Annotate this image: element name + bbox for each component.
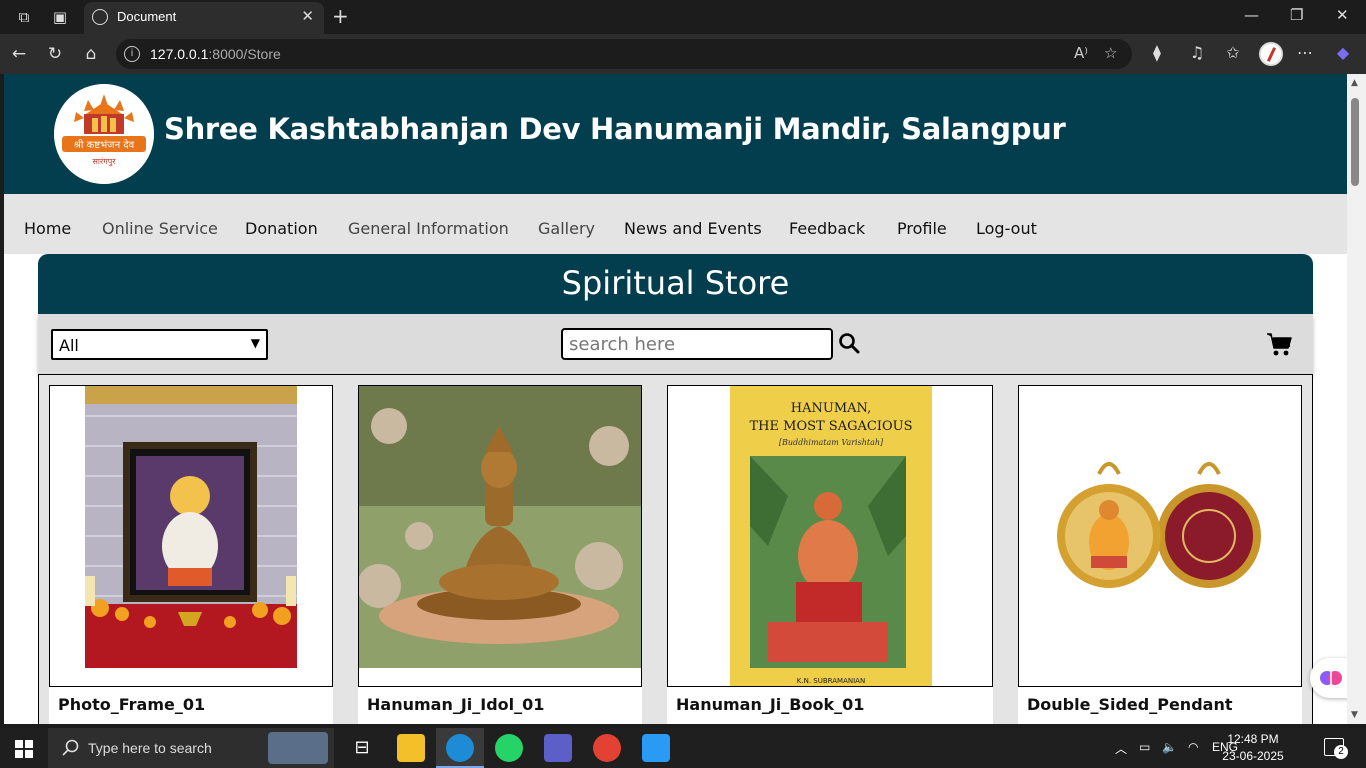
favorite-star-icon[interactable]: ☆: [1104, 44, 1117, 62]
cart-icon[interactable]: [1266, 331, 1292, 357]
vscode-icon[interactable]: [642, 734, 670, 762]
search-icon[interactable]: [838, 332, 860, 354]
scrollbar-thumb[interactable]: [1351, 98, 1359, 186]
teams-icon[interactable]: [544, 734, 572, 762]
close-tab-icon[interactable]: ✕: [301, 7, 314, 25]
clock-date: 23-06-2025: [1222, 749, 1284, 763]
product-name[interactable]: Double_Sided_Pendant: [1027, 695, 1232, 714]
chrome-icon[interactable]: [593, 734, 621, 762]
edge-icon[interactable]: [446, 734, 474, 762]
product-name[interactable]: Hanuman_Ji_Book_01: [676, 695, 864, 714]
product-image-photo-frame[interactable]: [49, 385, 333, 687]
product-card[interactable]: Photo_Frame_01: [49, 385, 333, 724]
search-highlight-image: [268, 732, 328, 764]
nav-profile[interactable]: Profile: [897, 219, 947, 238]
nav-general-information[interactable]: General Information: [348, 219, 509, 238]
close-window-icon[interactable]: ✕: [1336, 6, 1349, 24]
volume-icon[interactable]: 🔈: [1162, 740, 1177, 754]
site-info-icon[interactable]: i: [124, 46, 140, 62]
nav-donation[interactable]: Donation: [245, 219, 318, 238]
windows-taskbar: Type here to search ⊟ ︿ ▭ 🔈 ◠ ENG 12:48 …: [0, 728, 1366, 768]
back-icon[interactable]: ←: [8, 43, 30, 65]
battery-icon[interactable]: ▭: [1139, 740, 1150, 754]
workspaces-icon[interactable]: ⧉: [14, 7, 34, 27]
scroll-down-icon[interactable]: ▼: [1351, 710, 1358, 720]
home-icon[interactable]: ⌂: [80, 43, 102, 65]
url-field[interactable]: i 127.0.0.1:8000/Store A⁾ ☆: [116, 39, 1132, 69]
book-cover-title-line1: HANUMAN,: [791, 401, 871, 416]
category-select[interactable]: All ▼: [51, 329, 268, 360]
tray-expand-icon[interactable]: ︿: [1115, 740, 1127, 757]
search-icon: [62, 739, 79, 756]
product-image-pendant[interactable]: [1018, 385, 1302, 687]
profile-avatar[interactable]: [1259, 42, 1283, 66]
read-aloud-icon[interactable]: A⁾: [1074, 44, 1088, 62]
product-image-book[interactable]: HANUMAN, THE MOST SAGACIOUS [Buddhimatam…: [667, 385, 993, 687]
product-grid: Photo_Frame_01 Hanuman_Ji_Idol_01 HANUMA…: [38, 374, 1313, 724]
whatsapp-icon[interactable]: [495, 734, 523, 762]
browser-tab[interactable]: Document ✕: [84, 2, 324, 34]
extensions-icon[interactable]: ⧫: [1146, 43, 1168, 62]
nav-logout[interactable]: Log-out: [976, 219, 1037, 238]
product-name[interactable]: Hanuman_Ji_Idol_01: [367, 695, 544, 714]
task-view-icon[interactable]: ⊟: [348, 734, 376, 762]
restore-icon[interactable]: ❐: [1290, 6, 1303, 24]
minimize-icon[interactable]: —: [1244, 6, 1259, 24]
search-input[interactable]: [561, 328, 833, 360]
main-nav: Home Online Service Donation General Inf…: [4, 194, 1347, 254]
product-card[interactable]: Double_Sided_Pendant: [1018, 385, 1302, 724]
browser-tab-bar: ⧉ ▣ Document ✕ + — ❐ ✕: [0, 0, 1366, 34]
tab-title: Document: [117, 9, 177, 24]
new-tab-button[interactable]: +: [332, 4, 349, 28]
temple-logo[interactable]: श्री कष्टभंजन देव सारंगपुर: [54, 84, 154, 184]
taskbar-clock[interactable]: 12:48 PM 23-06-2025: [1213, 731, 1293, 765]
brain-icon: [1320, 671, 1342, 685]
taskbar-search-box[interactable]: Type here to search: [48, 728, 334, 768]
page-scrollbar[interactable]: ▲ ▼: [1347, 74, 1366, 724]
notification-count: 2: [1334, 745, 1348, 759]
product-card[interactable]: Hanuman_Ji_Idol_01: [358, 385, 642, 724]
refresh-icon[interactable]: ↻: [44, 43, 66, 65]
nav-home[interactable]: Home: [24, 219, 71, 238]
store-title: Spiritual Store: [561, 264, 790, 302]
favorites-icon[interactable]: ✩: [1222, 43, 1244, 62]
nav-online-service[interactable]: Online Service: [102, 219, 218, 238]
book-cover-title-line2: THE MOST SAGACIOUS: [750, 419, 913, 434]
music-icon[interactable]: ♫: [1186, 43, 1208, 62]
clock-time: 12:48 PM: [1227, 732, 1279, 746]
site-header: श्री कष्टभंजन देव सारंगपुर Shree Kashtab…: [4, 74, 1347, 194]
category-selected-value: All: [59, 336, 79, 355]
url-text: 127.0.0.1:8000/Store: [150, 46, 281, 62]
network-icon[interactable]: ◠: [1188, 740, 1198, 754]
globe-icon: [92, 9, 108, 25]
book-cover-author: K.N. SUBRAMANIAN: [797, 677, 865, 685]
taskbar-search-text: Type here to search: [88, 740, 212, 756]
copilot-icon[interactable]: ◆: [1332, 43, 1354, 62]
windows-start-icon[interactable]: [15, 740, 33, 758]
nav-news-and-events[interactable]: News and Events: [624, 219, 762, 238]
chevron-down-icon: ▼: [250, 336, 260, 350]
scroll-up-icon[interactable]: ▲: [1351, 78, 1358, 88]
product-name[interactable]: Photo_Frame_01: [58, 695, 205, 714]
product-image-idol[interactable]: [358, 385, 642, 687]
store-filter-bar: All ▼: [38, 314, 1313, 374]
notification-icon[interactable]: 2: [1324, 738, 1348, 759]
product-card[interactable]: HANUMAN, THE MOST SAGACIOUS [Buddhimatam…: [667, 385, 993, 724]
page-viewport: श्री कष्टभंजन देव सारंगपुर Shree Kashtab…: [4, 74, 1347, 724]
store-header: Spiritual Store: [38, 254, 1313, 314]
site-title: Shree Kashtabhanjan Dev Hanumanji Mandir…: [164, 112, 1066, 146]
more-icon[interactable]: ⋯: [1294, 43, 1316, 62]
file-explorer-icon[interactable]: [397, 734, 425, 762]
temple-logo-icon: श्री कष्टभंजन देव सारंगपुर: [54, 84, 154, 184]
book-cover-subtitle: [Buddhimatam Varishtah]: [779, 438, 884, 447]
nav-feedback[interactable]: Feedback: [789, 219, 865, 238]
nav-gallery[interactable]: Gallery: [538, 219, 595, 238]
logo-text-bottom: सारंगपुर: [92, 157, 116, 167]
tab-actions-icon[interactable]: ▣: [50, 7, 70, 27]
logo-text-top: श्री कष्टभंजन देव: [74, 139, 135, 151]
address-bar-row: ← ↻ ⌂ i 127.0.0.1:8000/Store A⁾ ☆ ⧫ ♫ ✩ …: [0, 34, 1366, 74]
floating-assistant-button[interactable]: [1310, 658, 1347, 698]
